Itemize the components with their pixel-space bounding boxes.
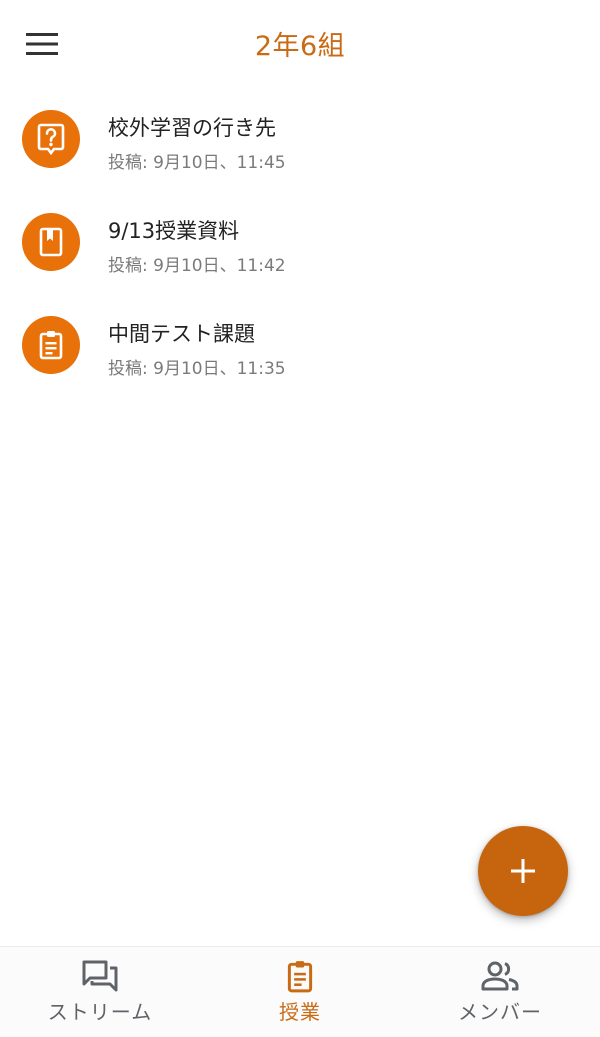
item-posted-time: 投稿: 9月10日、11:42 [108,256,286,276]
item-posted-time: 投稿: 9月10日、11:45 [108,153,286,173]
tab-label: 授業 [279,1000,321,1024]
list-item[interactable]: 9/13授業資料 投稿: 9月10日、11:42 [0,189,600,292]
tab-label: メンバー [458,1000,542,1024]
plus-icon [511,859,535,883]
assignment-icon [287,961,313,993]
class-title: 2年6組 [254,31,346,62]
assignment-clipboard-icon [22,316,80,374]
forum-icon [82,960,118,992]
tab-classwork[interactable]: 授業 [200,947,400,1037]
question-icon [22,110,80,168]
item-posted-time: 投稿: 9月10日、11:35 [108,359,286,379]
list-item[interactable]: 校外学習の行き先 投稿: 9月10日、11:45 [0,86,600,189]
tab-members[interactable]: メンバー [400,947,600,1037]
list-item[interactable]: 中間テスト課題 投稿: 9月10日、11:35 [0,292,600,395]
app-bar: 2年6組 [0,0,600,86]
item-title: 9/13授業資料 [108,219,240,243]
people-icon [481,961,519,991]
material-book-icon [22,213,80,271]
tab-label: ストリーム [47,1000,153,1024]
create-button[interactable] [478,826,568,916]
bottom-navigation: ストリーム 授業 メンバー [0,946,600,1037]
item-title: 中間テスト課題 [108,322,255,346]
tab-stream[interactable]: ストリーム [0,947,200,1037]
item-title: 校外学習の行き先 [108,116,276,140]
classwork-list: 校外学習の行き先 投稿: 9月10日、11:45 9/13授業資料 投稿: 9月… [0,86,600,395]
